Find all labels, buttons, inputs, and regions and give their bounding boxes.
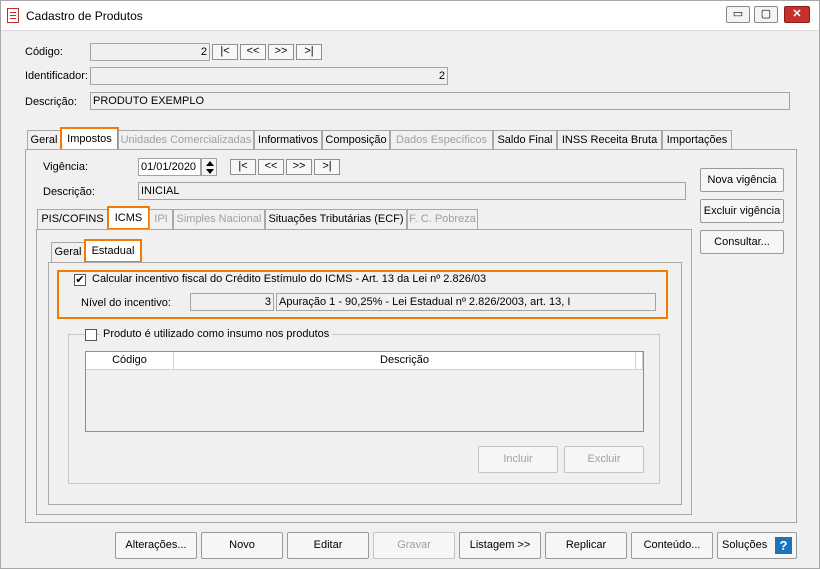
insumo-label: Produto é utilizado como insumo nos prod… [100,328,333,340]
editar-button[interactable]: Editar [287,532,369,559]
vigencia-field[interactable]: 01/01/2020 [138,158,201,176]
vig-last-button[interactable]: >| [314,159,340,175]
incentivo-checkbox[interactable]: ✔ [74,274,86,286]
solucoes-label: Soluções [722,539,768,551]
icms-tabs: Geral Estadual [51,239,151,263]
vigencia-descricao-field[interactable]: INICIAL [138,182,686,200]
main-tabs: Geral Impostos Unidades Comercializadas … [27,127,787,151]
tab-inss[interactable]: INSS Receita Bruta [557,130,662,150]
impostos-sub-tabs: PIS/COFINS ICMS IPI Simples Nacional Sit… [37,206,487,230]
minimize-button[interactable]: ▭ [726,6,750,23]
nova-vigencia-button[interactable]: Nova vigência [700,168,784,192]
tab-dados-especificos[interactable]: Dados Específicos [390,130,493,150]
close-button[interactable]: ✕ [784,6,810,23]
grid-header-extra [636,352,643,370]
title-bar: Cadastro de Produtos ▭ ▢ ✕ [1,1,819,31]
tab-pis-cofins[interactable]: PIS/COFINS [37,209,108,229]
tab-ipi[interactable]: IPI [149,209,173,229]
insumo-checkbox[interactable] [85,329,97,341]
vig-first-button[interactable]: |< [230,159,256,175]
nivel-label: Nível do incentivo: [81,297,171,309]
descricao-label: Descrição: [25,96,77,108]
vig-next-button[interactable]: >> [286,159,312,175]
nivel-descricao-field[interactable]: Apuração 1 - 90,25% - Lei Estadual nº 2.… [276,293,656,311]
help-icon: ? [775,537,792,554]
tab-situacoes-tributarias[interactable]: Situações Tributárias (ECF) [265,209,407,229]
last-record-button[interactable]: >| [296,44,322,60]
incluir-button[interactable]: Incluir [478,446,558,473]
codigo-label: Código: [25,46,63,58]
grid-header-codigo[interactable]: Código [86,352,174,370]
first-record-button[interactable]: |< [212,44,238,60]
nivel-field[interactable]: 3 [190,293,274,311]
incentivo-label: Calcular incentivo fiscal do Crédito Est… [92,273,487,285]
grid-header-descricao[interactable]: Descrição [174,352,636,370]
vig-prev-button[interactable]: << [258,159,284,175]
gravar-button[interactable]: Gravar [373,532,455,559]
tab-saldo-final[interactable]: Saldo Final [493,130,557,150]
tab-simples-nacional[interactable]: Simples Nacional [173,209,265,229]
alteracoes-button[interactable]: Alterações... [115,532,197,559]
consultar-button[interactable]: Consultar... [700,230,784,254]
tab-icms-geral[interactable]: Geral [51,242,85,262]
maximize-button[interactable]: ▢ [754,6,778,23]
replicar-button[interactable]: Replicar [545,532,627,559]
tab-importacoes[interactable]: Importações [662,130,732,150]
listagem-button[interactable]: Listagem >> [459,532,541,559]
product-window: Cadastro de Produtos ▭ ▢ ✕ Código: 2 |< … [0,0,820,569]
tab-fc-pobreza[interactable]: F. C. Pobreza [407,209,478,229]
tab-informativos[interactable]: Informativos [254,130,322,150]
conteudo-button[interactable]: Conteúdo... [631,532,713,559]
identificador-field[interactable]: 2 [90,67,448,85]
tab-geral[interactable]: Geral [27,130,61,150]
identificador-label: Identificador: [25,70,88,82]
codigo-field[interactable]: 2 [90,43,210,61]
prev-record-button[interactable]: << [240,44,266,60]
tab-composicao[interactable]: Composição [322,130,390,150]
document-icon [7,8,19,23]
insumo-grid[interactable]: Código Descrição [85,351,644,432]
novo-button[interactable]: Novo [201,532,283,559]
tab-impostos[interactable]: Impostos [60,127,119,151]
descricao-field[interactable]: PRODUTO EXEMPLO [90,92,790,110]
tab-icms-estadual[interactable]: Estadual [84,239,142,263]
solucoes-button[interactable]: Soluções ? [717,532,797,559]
excluir-vigencia-button[interactable]: Excluir vigência [700,199,784,223]
vigencia-spinner[interactable] [201,158,217,176]
excluir-button[interactable]: Excluir [564,446,644,473]
tab-icms[interactable]: ICMS [107,206,150,230]
next-record-button[interactable]: >> [268,44,294,60]
window-title: Cadastro de Produtos [26,9,143,23]
tab-unidades[interactable]: Unidades Comercializadas [118,130,254,150]
vigencia-label: Vigência: [43,161,89,173]
vigencia-descricao-label: Descrição: [43,186,95,198]
